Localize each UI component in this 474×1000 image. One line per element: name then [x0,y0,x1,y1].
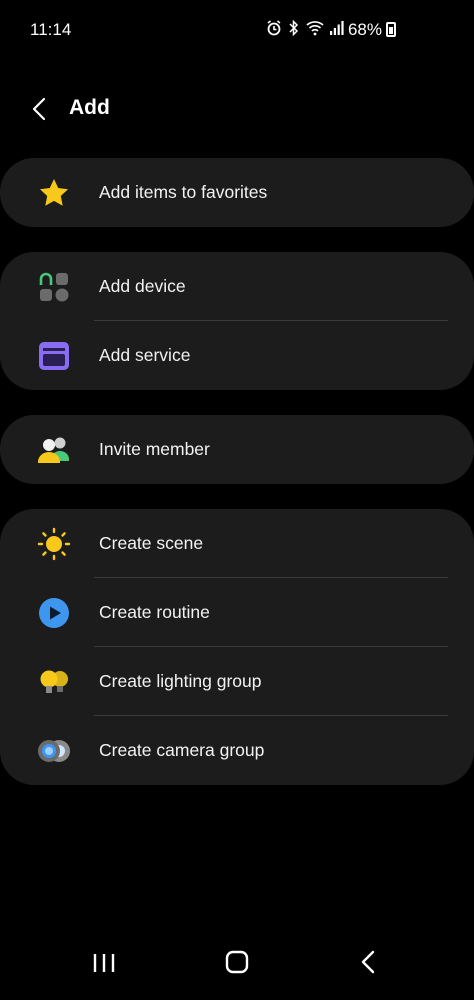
status-bar: 11:14 68% [0,0,474,60]
back-button[interactable] [28,94,52,124]
list-item-label: Create camera group [99,740,265,760]
alarm-icon [266,20,282,41]
list-item-label: Invite member [99,439,210,459]
bulb-icon [37,665,71,699]
devices-card: Add device Add service [0,252,474,390]
members-icon [37,433,71,467]
battery-icon [386,22,396,37]
invite-member-item[interactable]: Invite member [0,415,474,484]
create-scene-item[interactable]: Create scene [0,509,474,578]
status-icons [266,19,344,41]
recent-apps-button[interactable] [92,952,116,974]
automation-card: Create scene Create routine Create light… [0,509,474,785]
bluetooth-icon [288,19,300,41]
star-icon [37,176,71,210]
list-item-label: Add device [99,276,186,296]
recent-apps-icon [93,954,115,972]
device-icon [37,270,71,304]
home-icon [225,950,249,974]
wifi-icon [306,20,324,41]
members-card: Invite member [0,415,474,484]
list-item-label: Add items to favorites [99,182,268,202]
create-camera-group-item[interactable]: Create camera group [0,716,474,785]
signal-icon [330,20,344,41]
list-item-label: Add service [99,345,191,365]
list-item-label: Create lighting group [99,671,262,691]
app-header: Add [0,90,474,130]
list-item-label: Create routine [99,602,210,622]
service-icon [37,339,71,373]
home-button[interactable] [225,950,249,974]
back-icon [361,950,375,974]
status-time: 11:14 [30,20,72,39]
navigation-bar [0,940,474,1000]
add-device-item[interactable]: Add device [0,252,474,321]
camera-icon [37,734,71,768]
battery-percent: 68% [347,20,382,39]
play-icon [37,596,71,630]
sun-icon [37,527,71,561]
add-service-item[interactable]: Add service [0,321,474,390]
chevron-left-icon [32,97,46,121]
list-item-label: Create scene [99,533,204,553]
create-routine-item[interactable]: Create routine [0,578,474,647]
create-lighting-group-item[interactable]: Create lighting group [0,647,474,716]
add-favorites-item[interactable]: Add items to favorites [0,158,474,227]
system-back-button[interactable] [358,950,380,974]
page-title: Add [69,96,110,119]
favorites-card: Add items to favorites [0,158,474,227]
